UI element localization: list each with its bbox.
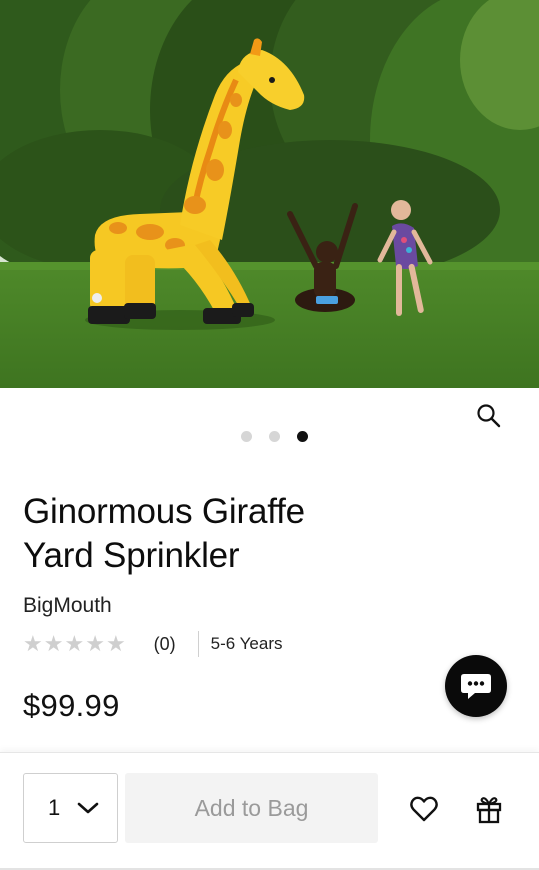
star-icon: ★ — [85, 631, 105, 656]
heart-icon — [410, 796, 438, 822]
purchase-bar: 1 Add to Bag — [0, 752, 539, 870]
carousel-dot-2[interactable] — [269, 431, 280, 442]
search-icon — [477, 404, 501, 428]
carousel-dot-1[interactable] — [241, 431, 252, 442]
quantity-value: 1 — [48, 795, 61, 820]
gift-icon — [476, 797, 502, 824]
star-icon: ★ — [105, 631, 126, 656]
star-icon: ★ — [64, 631, 85, 656]
star-icon: ★ — [43, 631, 64, 656]
review-count[interactable]: (0) — [154, 634, 176, 655]
star-icon: ★ — [23, 631, 43, 656]
product-title: Ginormous Giraffe Yard Sprinkler — [23, 490, 443, 578]
product-title-line-2: Yard Sprinkler — [23, 536, 240, 575]
chat-button[interactable] — [445, 655, 507, 717]
image-carousel-dots — [0, 431, 539, 442]
gift-button[interactable] — [470, 791, 508, 827]
product-title-line-1: Ginormous Giraffe — [23, 492, 305, 531]
age-range: 5-6 Years — [210, 634, 283, 653]
star-rating[interactable]: ★ ★ ★ ★ ★ — [23, 633, 126, 655]
add-to-bag-button[interactable]: Add to Bag — [125, 773, 378, 843]
product-price: $99.99 — [23, 688, 120, 723]
zoom-button[interactable] — [470, 398, 508, 434]
wishlist-button[interactable] — [405, 791, 443, 827]
divider — [197, 631, 199, 657]
rating-row: ★ ★ ★ ★ ★ (0) 5-6 Years — [23, 630, 283, 658]
chevron-down-icon — [77, 802, 99, 814]
product-image[interactable] — [0, 0, 539, 388]
product-brand[interactable]: BigMouth — [23, 594, 112, 618]
chat-bubble-icon — [461, 674, 491, 699]
carousel-dot-3[interactable] — [297, 431, 308, 442]
quantity-select[interactable]: 1 — [23, 773, 118, 843]
product-photo — [0, 0, 539, 388]
